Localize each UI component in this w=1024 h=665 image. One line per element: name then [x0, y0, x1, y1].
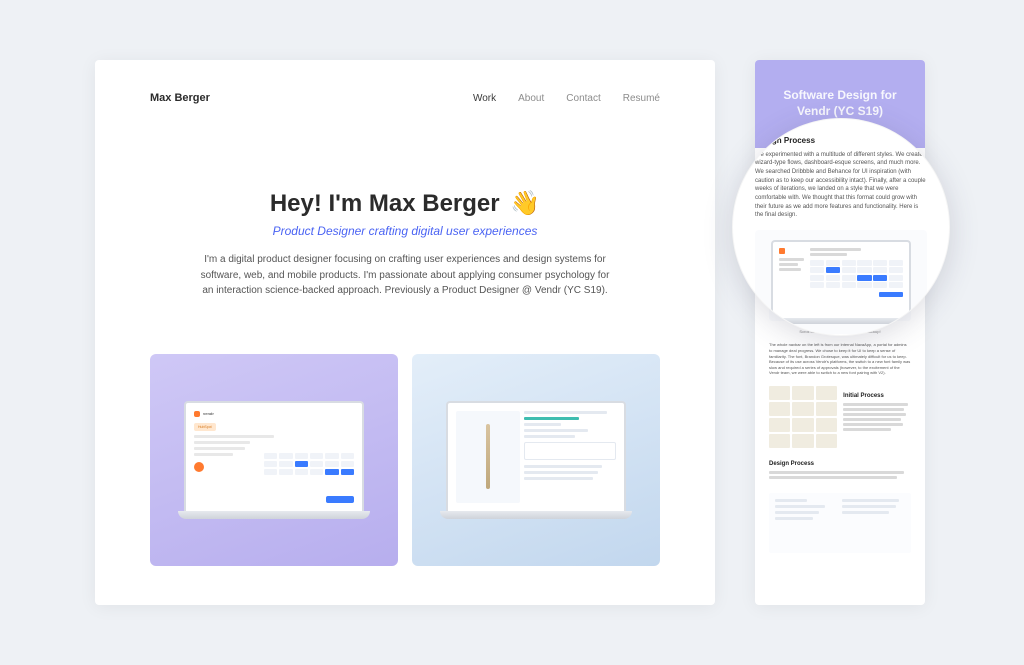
project-tile-product[interactable] [412, 354, 660, 566]
laptop-screen [446, 401, 626, 511]
hubspot-badge: HubSpot [194, 423, 216, 431]
initial-process-title: Initial Process [843, 392, 911, 400]
pen-icon [486, 424, 490, 488]
laptop-screen [771, 240, 911, 318]
laptop-mockup [446, 401, 626, 519]
hero-title: Hey! I'm Max Berger 👋 [185, 189, 625, 218]
logo-icon [779, 248, 785, 254]
mag-mockup-frame [755, 230, 927, 334]
ui-flow-section: Initial Process [769, 386, 911, 448]
final-preview [769, 493, 911, 553]
nav-links: Work About Contact Resumé [473, 93, 660, 104]
laptop-mockup [771, 240, 911, 324]
laptop-base [178, 511, 370, 519]
brand-name[interactable]: Max Berger [150, 92, 210, 104]
hero-title-text: Hey! I'm Max Berger [270, 190, 500, 217]
avatar-icon [194, 462, 204, 472]
primary-button [879, 292, 903, 297]
hero-section: Hey! I'm Max Berger 👋 Product Designer c… [95, 104, 715, 299]
laptop-mockup: vendr HubSpot [184, 401, 364, 519]
logo-icon [194, 411, 200, 417]
mag-body: We experimented with a multitude of diff… [755, 151, 927, 221]
paragraph: The whole navbar on the left is from our… [769, 342, 911, 376]
case-study-title: Software Design for Vendr (YC S19) [769, 88, 911, 119]
design-process-2-title: Design Process [769, 460, 911, 468]
hero-body: I'm a digital product designer focusing … [195, 252, 615, 299]
laptop-base [440, 511, 632, 519]
nav-link-work[interactable]: Work [473, 93, 496, 104]
product-image [456, 411, 520, 503]
projects-row: vendr HubSpot [95, 299, 715, 566]
nav-link-about[interactable]: About [518, 93, 544, 104]
project-tile-vendr[interactable]: vendr HubSpot [150, 354, 398, 566]
wireframe-grid [769, 386, 837, 448]
nav-link-contact[interactable]: Contact [566, 93, 600, 104]
magnifier-lens: Design Process We experimented with a mu… [732, 118, 950, 336]
laptop-screen: vendr HubSpot [184, 401, 364, 511]
vendr-brand: vendr [203, 411, 214, 416]
mag-title: Design Process [755, 135, 927, 147]
wave-icon: 👋 [510, 189, 540, 218]
hero-subtitle: Product Designer crafting digital user e… [185, 224, 625, 238]
top-nav: Max Berger Work About Contact Resumé [95, 60, 715, 104]
primary-button [326, 496, 354, 503]
nav-link-resume[interactable]: Resumé [623, 93, 660, 104]
portfolio-page: Max Berger Work About Contact Resumé Hey… [95, 60, 715, 605]
